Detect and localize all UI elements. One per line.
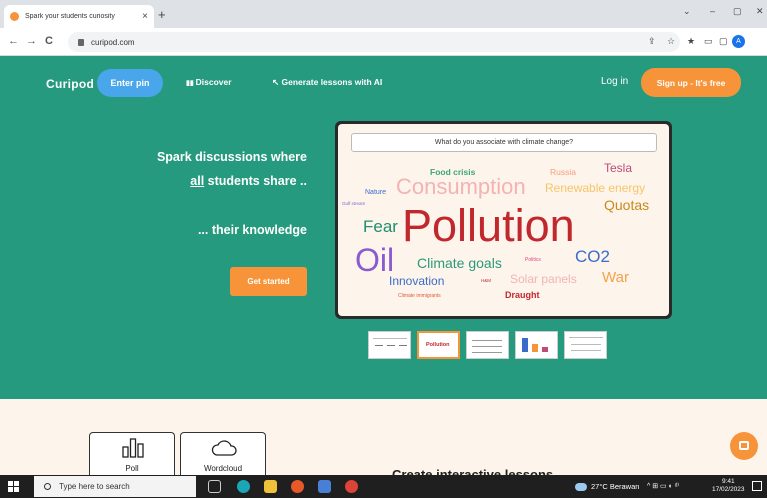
wordcloud-label: Wordcloud <box>203 464 243 473</box>
wordcloud-word: Politics <box>525 257 541 263</box>
curipod-logo[interactable]: Curipod <box>46 77 94 91</box>
url-text: curipod.com <box>91 37 135 47</box>
login-link[interactable]: Log in <box>601 76 628 87</box>
file-explorer-icon[interactable] <box>264 480 277 493</box>
bookmark-star-icon[interactable]: ☆ <box>667 36 675 47</box>
weather-widget[interactable]: 27°C Berawan <box>575 482 639 491</box>
wordcloud-canvas: What do you associate with climate chang… <box>338 124 669 316</box>
hero-headline-line3: ... their knowledge <box>197 223 307 237</box>
app-icon[interactable] <box>318 480 331 493</box>
system-tray-icons[interactable]: ^ ⊞ ▭ ◐ ᵈ⁾ <box>647 482 679 490</box>
url-bar[interactable]: curipod.com <box>68 32 680 52</box>
notification-icon[interactable] <box>752 481 762 491</box>
get-started-button[interactable]: Get started <box>230 267 307 296</box>
chrome-icon[interactable] <box>345 480 358 493</box>
hero-headline-line2: all students share .. <box>190 174 307 188</box>
wordcloud-preview: What do you associate with climate chang… <box>335 121 672 319</box>
back-arrow-icon[interactable]: ← <box>8 35 19 47</box>
generate-label: Generate lessons with AI <box>281 77 383 87</box>
wordcloud-card[interactable]: Wordcloud <box>180 432 266 475</box>
wordcloud-word: Fear <box>363 217 398 236</box>
chat-button[interactable] <box>730 432 758 460</box>
discover-icon: ▮▮ <box>186 80 196 87</box>
weather-cloud-icon <box>575 482 587 491</box>
wordcloud-question: What do you associate with climate chang… <box>351 133 657 152</box>
lock-icon <box>78 38 84 46</box>
hero-underlined-word: all <box>190 174 205 188</box>
wordcloud-word: Russia <box>550 167 576 177</box>
reload-icon[interactable]: C <box>45 35 53 47</box>
clock-time: 9:41 <box>721 478 735 485</box>
discover-label: Discover <box>195 77 232 87</box>
favicon-icon <box>10 12 19 21</box>
search-icon <box>44 483 51 490</box>
close-window-button[interactable]: ✕ <box>756 6 764 17</box>
chat-icon <box>739 441 749 450</box>
wordcloud-word: Oil <box>355 242 395 278</box>
wordcloud-word: Climate goals <box>417 255 502 271</box>
search-placeholder: Type here to search <box>59 482 130 491</box>
bar-chart-icon <box>122 438 144 458</box>
task-view-icon[interactable] <box>208 480 221 493</box>
extensions-icon[interactable]: ★ <box>687 36 695 47</box>
slide-thumbnail[interactable] <box>368 331 411 359</box>
address-bar-row: ← → C curipod.com ⇪ ☆ ★ ▭ ▢ <box>0 28 767 56</box>
wordcloud-word: Consumption <box>396 174 526 199</box>
wordcloud-word: Innovation <box>389 274 445 288</box>
wordcloud-word: Gulf stream <box>342 201 366 206</box>
wordcloud-word: Pollution <box>402 200 575 251</box>
enter-pin-button[interactable]: Enter pin <box>97 69 163 97</box>
discover-link[interactable]: ▮▮ Discover <box>186 77 232 87</box>
edge-icon[interactable] <box>237 480 250 493</box>
wordcloud-word: Tesla <box>604 161 633 175</box>
taskbar-search-input[interactable]: Type here to search <box>34 476 196 497</box>
tab-title: Spark your students curiosity <box>25 13 115 20</box>
wordcloud-word: Climate immigrants <box>398 293 441 299</box>
cloud-icon <box>211 440 237 456</box>
slide-thumbnail[interactable] <box>564 331 607 359</box>
share-icon[interactable]: ⇪ <box>648 36 656 47</box>
wordcloud-word: Solar panels <box>510 272 577 286</box>
minimize-button[interactable]: – <box>710 6 715 16</box>
windows-start-icon[interactable] <box>8 481 19 492</box>
browser-tab-bar: Spark your students curiosity × + ⌄ – ▢ … <box>0 0 767 28</box>
generate-lessons-link[interactable]: ↖ Generate lessons with AI <box>272 77 382 88</box>
wordcloud-word: Renewable energy <box>545 181 646 195</box>
signup-button[interactable]: Sign up - It's free <box>641 68 741 97</box>
profile-avatar[interactable]: A <box>732 35 745 48</box>
forward-arrow-icon[interactable]: → <box>26 35 37 47</box>
slide-thumbnail[interactable] <box>466 331 509 359</box>
tab-close-icon[interactable]: × <box>142 11 148 22</box>
hero-line2-rest: students share .. <box>204 174 307 188</box>
wordcloud-word: CO2 <box>575 247 610 266</box>
wordcloud-word: Draught <box>505 290 540 300</box>
firefox-icon[interactable] <box>291 480 304 493</box>
hero-headline-line1: Spark discussions where <box>156 150 307 164</box>
maximize-button[interactable]: ▢ <box>733 6 742 17</box>
poll-label: Poll <box>125 464 139 473</box>
windows-taskbar: Type here to search 27°C Berawan ^ ⊞ ▭ ◐… <box>0 475 767 498</box>
wordcloud-word: H&M <box>481 278 491 283</box>
taskbar-clock[interactable]: 9:41 17/02/2023 <box>712 478 745 494</box>
clock-date: 17/02/2023 <box>712 486 745 494</box>
new-tab-button[interactable]: + <box>158 7 166 22</box>
sidebar-icon[interactable]: ▭ <box>704 36 713 47</box>
poll-card[interactable]: Poll <box>89 432 175 475</box>
wordcloud-word: Nature <box>365 189 387 196</box>
slide-thumbnail-active[interactable]: Pollution <box>417 331 460 359</box>
slide-thumbnail[interactable] <box>515 331 558 359</box>
wordcloud-word: War <box>602 269 629 286</box>
thumb-label: Pollution <box>426 342 450 348</box>
window-icon[interactable]: ▢ <box>719 36 728 47</box>
wordcloud-word: Quotas <box>604 197 650 213</box>
browser-tab[interactable]: Spark your students curiosity × <box>4 5 154 28</box>
weather-text: 27°C Berawan <box>591 482 640 491</box>
tab-search-icon[interactable]: ⌄ <box>683 6 691 17</box>
